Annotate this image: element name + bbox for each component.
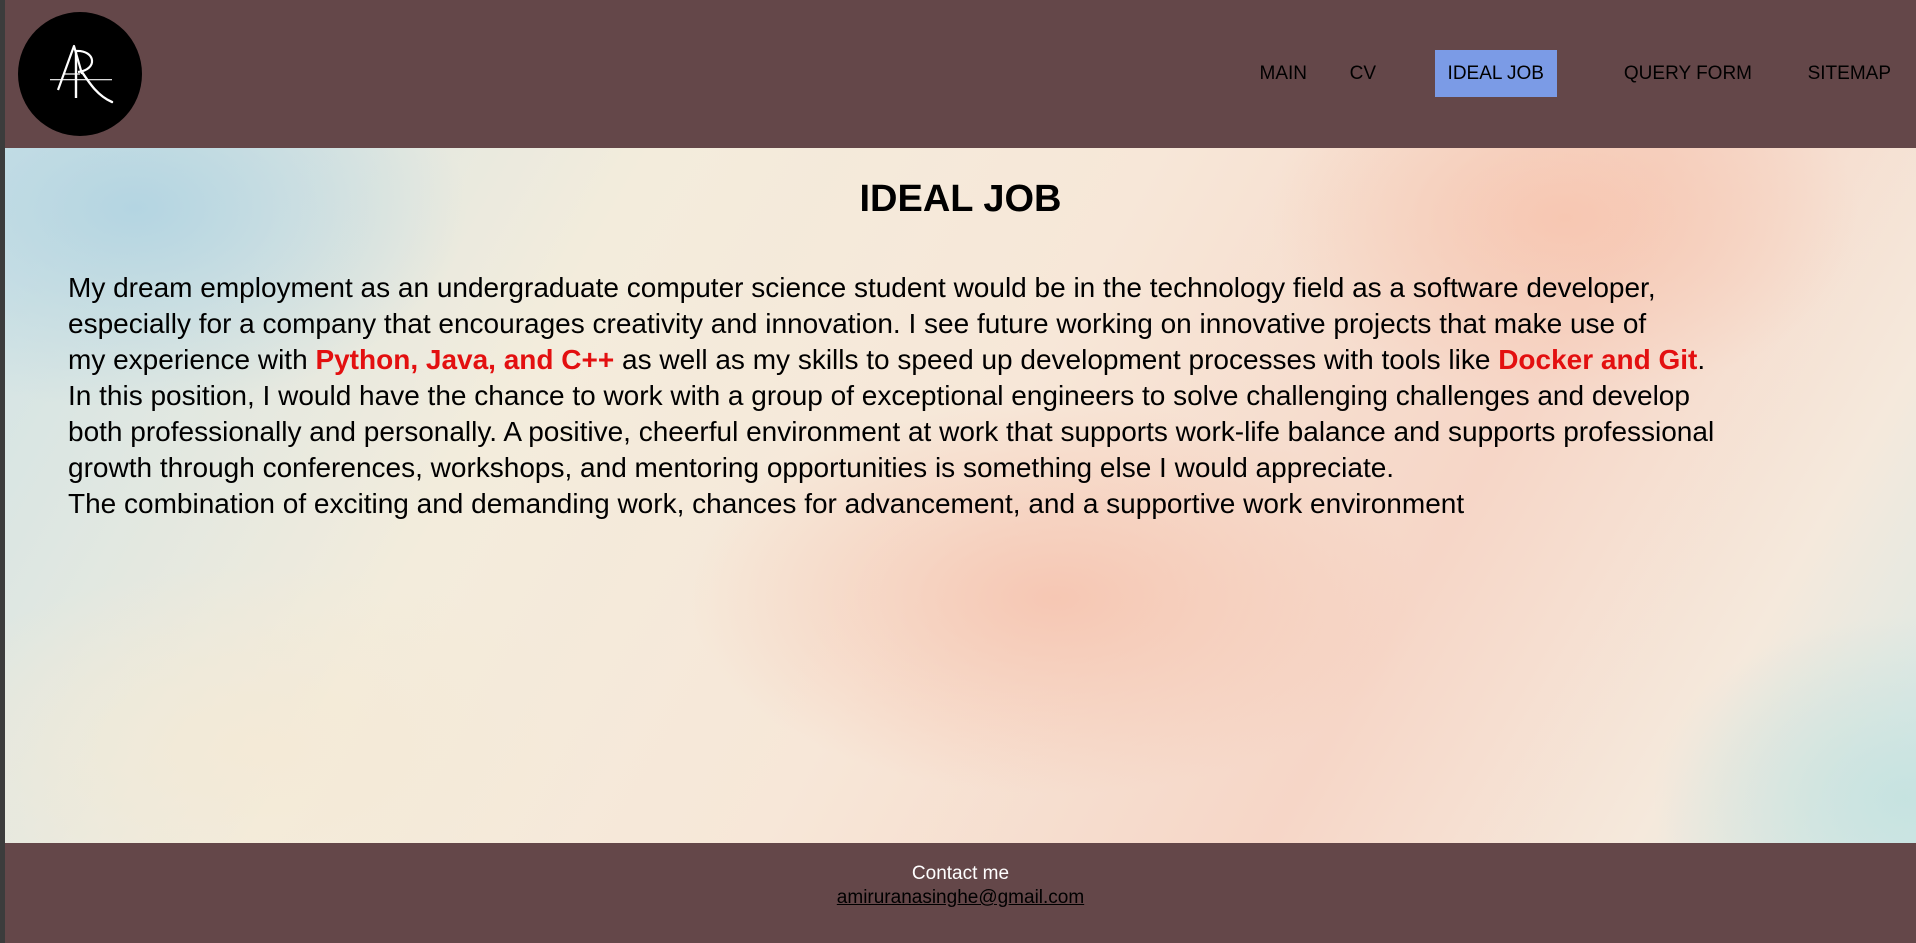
page: MAIN CV IDEAL JOB QUERY FORM SITEMAP IDE… [5, 0, 1916, 943]
highlight-languages: Python, Java, and C++ [315, 344, 615, 375]
paragraph-line: both professionally and personally. A po… [68, 416, 1715, 447]
nav-link-ideal-job[interactable]: IDEAL JOB [1434, 50, 1557, 97]
paragraph-line: especially for a company that encourages… [68, 308, 1647, 339]
highlight-tools: Docker and Git [1498, 344, 1698, 375]
page-footer: Contact me amiruranasinghe@gmail.com [5, 843, 1916, 943]
paragraph-line: my experience with Python, Java, and C++… [68, 342, 1916, 378]
paragraph-line: My dream employment as an undergraduate … [68, 272, 1656, 303]
text-segment: as well as my skills to speed up develop… [614, 344, 1499, 375]
site-logo[interactable] [18, 12, 142, 136]
top-header: MAIN CV IDEAL JOB QUERY FORM SITEMAP [5, 0, 1916, 148]
main-content: IDEAL JOB My dream employment as an unde… [5, 148, 1916, 843]
page-title: IDEAL JOB [859, 178, 1062, 220]
email-link[interactable]: amiruranasinghe@gmail.com [837, 887, 1084, 908]
text-segment: my experience with [68, 344, 316, 375]
ideal-job-description: My dream employment as an undergraduate … [68, 270, 1916, 522]
nav-link-cv[interactable]: CV [1337, 50, 1389, 97]
contact-email: amiruranasinghe@gmail.com [5, 887, 1916, 909]
paragraph-line: growth through conferences, workshops, a… [68, 452, 1395, 483]
nav-link-query-form[interactable]: QUERY FORM [1611, 50, 1765, 97]
paragraph-line: The combination of exciting and demandin… [68, 488, 1465, 519]
text-segment: . [1697, 344, 1706, 375]
nav-link-sitemap[interactable]: SITEMAP [1795, 50, 1904, 97]
ar-monogram-logo-icon [50, 44, 114, 104]
nav-link-main[interactable]: MAIN [1247, 50, 1321, 97]
paragraph-line: In this position, I would have the chanc… [68, 380, 1690, 411]
contact-label: Contact me [911, 863, 1010, 884]
